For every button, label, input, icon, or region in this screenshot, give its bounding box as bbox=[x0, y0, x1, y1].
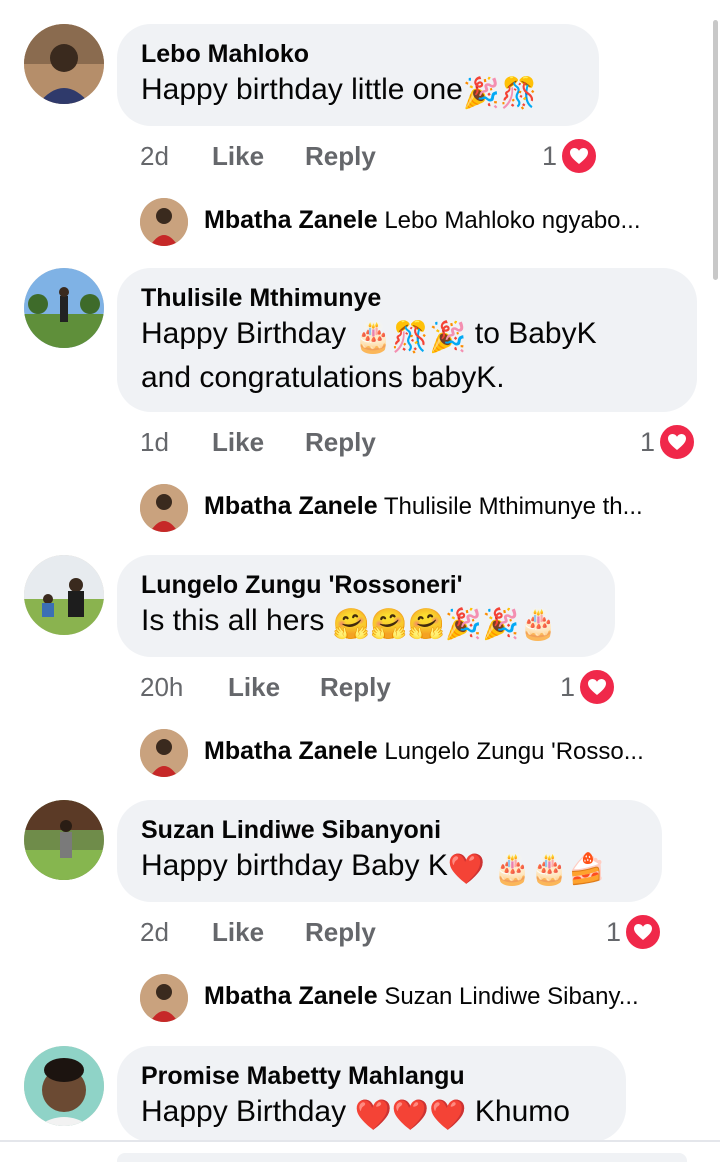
comment-author[interactable]: Lebo Mahloko bbox=[141, 38, 575, 70]
comment-author[interactable]: Promise Mabetty Mahlangu bbox=[141, 1060, 602, 1092]
birthday-cake-emoji: 🎂 bbox=[354, 321, 392, 354]
reaction-summary[interactable]: 1 bbox=[560, 667, 618, 707]
comment-text: Happy birthday little one🎉🎊 bbox=[141, 70, 575, 114]
party-popper-emoji: 🎉 bbox=[444, 608, 483, 641]
reaction-count: 1 bbox=[640, 426, 656, 457]
scrollbar-thumb[interactable] bbox=[713, 20, 718, 280]
comment-bubble[interactable]: Promise Mabetty Mahlangu Happy Birthday … bbox=[117, 1046, 626, 1142]
avatar[interactable] bbox=[24, 1046, 104, 1126]
reply-author[interactable]: Mbatha Zanele bbox=[204, 492, 378, 520]
avatar[interactable] bbox=[24, 800, 104, 880]
reply-author[interactable]: Mbatha Zanele bbox=[204, 982, 378, 1010]
hugging-face-emoji: 🤗 bbox=[370, 608, 408, 641]
reply-snippet: Lebo Mahloko ngyabo... bbox=[384, 207, 641, 234]
confetti-ball-emoji: 🎊 bbox=[500, 77, 538, 110]
birthday-cake-emoji: 🎂 bbox=[530, 853, 569, 886]
comment-author[interactable]: Lungelo Zungu 'Rossoneri' bbox=[141, 569, 591, 601]
avatar[interactable] bbox=[140, 974, 188, 1022]
red-heart-emoji: ❤️ bbox=[354, 1099, 392, 1132]
red-heart-emoji: ❤️ bbox=[447, 853, 486, 886]
birthday-cake-emoji: 🎂 bbox=[519, 608, 557, 641]
comment-text: Happy Birthday ❤️❤️❤️ Khumo bbox=[141, 1092, 602, 1136]
reaction-count: 1 bbox=[606, 916, 622, 947]
avatar[interactable] bbox=[24, 555, 104, 635]
comment-text: Happy Birthday 🎂🎊🎉 to BabyK bbox=[141, 314, 673, 358]
comment-author[interactable]: Suzan Lindiwe Sibanyoni bbox=[141, 814, 638, 846]
red-heart-emoji: ❤️ bbox=[429, 1099, 467, 1132]
birthday-cake-emoji: 🎂 bbox=[493, 853, 531, 886]
reply-button[interactable]: Reply bbox=[305, 136, 376, 176]
heart-icon bbox=[623, 912, 664, 952]
comment-time[interactable]: 2d bbox=[140, 136, 169, 176]
reply-snippet: Suzan Lindiwe Sibany... bbox=[384, 983, 639, 1010]
reply-text: Mbatha Zanele Thulisile Mthimunye th... bbox=[204, 492, 643, 521]
red-heart-emoji: ❤️ bbox=[391, 1099, 430, 1132]
reply-text: Mbatha Zanele Lebo Mahloko ngyabo... bbox=[204, 206, 641, 235]
reply-text: Mbatha Zanele Suzan Lindiwe Sibany... bbox=[204, 982, 639, 1011]
confetti-ball-emoji: 🎊 bbox=[391, 321, 430, 354]
avatar[interactable] bbox=[24, 24, 104, 104]
comment-bubble[interactable]: Suzan Lindiwe Sibanyoni Happy birthday B… bbox=[117, 800, 662, 902]
like-button[interactable]: Like bbox=[212, 422, 264, 462]
hugging-face-emoji: 🤗 bbox=[407, 608, 445, 641]
comment-text: Happy birthday Baby K❤️ 🎂🎂🍰 bbox=[141, 846, 638, 890]
reply-text: Mbatha Zanele Lungelo Zungu 'Rosso... bbox=[204, 737, 644, 766]
reply-author[interactable]: Mbatha Zanele bbox=[204, 206, 378, 234]
comment-text: Is this all hers 🤗🤗🤗🎉🎉🎂 bbox=[141, 601, 591, 645]
comment-time[interactable]: 2d bbox=[140, 912, 169, 952]
comment-text-line2: and congratulations babyK. bbox=[141, 361, 505, 394]
avatar[interactable] bbox=[140, 198, 188, 246]
reply-snippet: Thulisile Mthimunye th... bbox=[383, 493, 643, 520]
like-button[interactable]: Like bbox=[212, 136, 264, 176]
comment-author[interactable]: Thulisile Mthimunye bbox=[141, 282, 673, 314]
next-comment-bubble bbox=[117, 1153, 687, 1162]
like-button[interactable]: Like bbox=[228, 667, 280, 707]
reaction-summary[interactable]: 1 bbox=[542, 136, 600, 176]
reaction-summary[interactable]: 1 bbox=[640, 422, 698, 462]
comment-bubble[interactable]: Lebo Mahloko Happy birthday little one🎉🎊 bbox=[117, 24, 599, 126]
heart-icon bbox=[559, 136, 600, 176]
reply-button[interactable]: Reply bbox=[320, 667, 391, 707]
reaction-summary[interactable]: 1 bbox=[606, 912, 664, 952]
reaction-count: 1 bbox=[560, 671, 576, 702]
like-button[interactable]: Like bbox=[212, 912, 264, 952]
heart-icon bbox=[657, 422, 698, 462]
comment-time[interactable]: 1d bbox=[140, 422, 169, 462]
comment-bubble[interactable]: Thulisile Mthimunye Happy Birthday 🎂🎊🎉 t… bbox=[117, 268, 697, 412]
party-popper-emoji: 🎉 bbox=[482, 608, 520, 641]
comment-time[interactable]: 20h bbox=[140, 667, 183, 707]
party-popper-emoji: 🎉 bbox=[462, 77, 501, 110]
heart-icon bbox=[577, 667, 618, 707]
hugging-face-emoji: 🤗 bbox=[332, 608, 371, 641]
reply-button[interactable]: Reply bbox=[305, 422, 376, 462]
avatar[interactable] bbox=[140, 729, 188, 777]
reaction-count: 1 bbox=[542, 140, 558, 171]
reply-button[interactable]: Reply bbox=[305, 912, 376, 952]
scrollbar[interactable] bbox=[712, 0, 720, 290]
party-popper-emoji: 🎉 bbox=[429, 321, 467, 354]
avatar[interactable] bbox=[24, 268, 104, 348]
avatar[interactable] bbox=[140, 484, 188, 532]
divider bbox=[0, 1140, 720, 1142]
shortcake-emoji: 🍰 bbox=[568, 853, 606, 886]
comment-bubble[interactable]: Lungelo Zungu 'Rossoneri' Is this all he… bbox=[117, 555, 615, 657]
reply-author[interactable]: Mbatha Zanele bbox=[204, 737, 378, 765]
reply-snippet: Lungelo Zungu 'Rosso... bbox=[384, 738, 644, 765]
